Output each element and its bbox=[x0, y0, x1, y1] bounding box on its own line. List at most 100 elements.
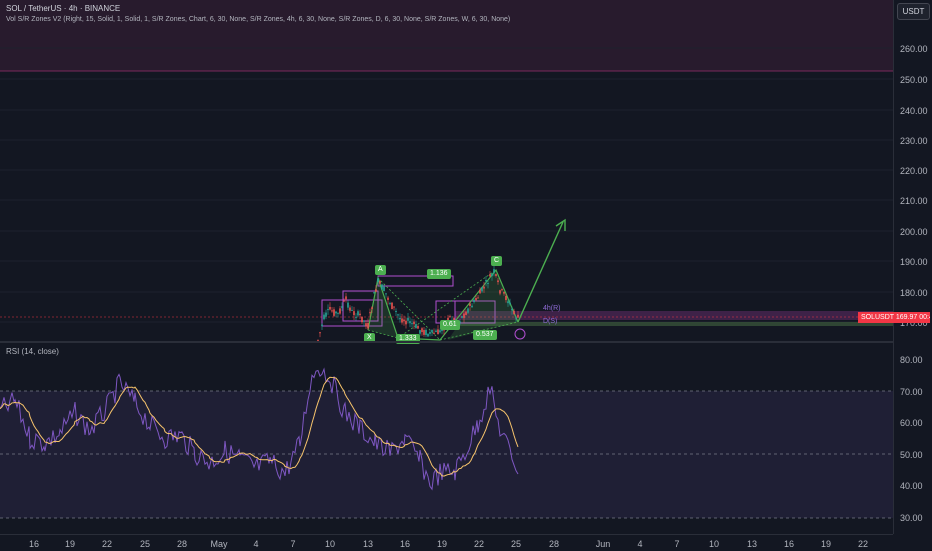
indicator-legend[interactable]: Vol S/R Zones V2 (Right, 15, Solid, 1, S… bbox=[6, 16, 510, 23]
candle-body bbox=[361, 316, 363, 323]
time-tick: 25 bbox=[139, 539, 151, 549]
price-tick: 180.00 bbox=[900, 288, 928, 298]
price-tick: 190.00 bbox=[900, 257, 928, 267]
candle-body bbox=[431, 329, 433, 333]
candle-body bbox=[475, 297, 477, 301]
candle-body bbox=[417, 326, 419, 329]
time-axis[interactable]: 16 19 22 25 28 May 4 7 10 13 16 19 22 25… bbox=[0, 534, 893, 551]
candle-body bbox=[487, 283, 489, 285]
candle-body bbox=[465, 311, 467, 315]
price-tick: 260.00 bbox=[900, 44, 928, 54]
candle-body bbox=[481, 287, 483, 292]
candle-body bbox=[437, 329, 439, 335]
time-tick: 16 bbox=[399, 539, 411, 549]
candle-body bbox=[329, 306, 331, 310]
time-tick: 22 bbox=[857, 539, 869, 549]
price-gridlines bbox=[0, 47, 893, 323]
candle-body bbox=[407, 317, 409, 321]
candle-body bbox=[499, 290, 501, 294]
time-tick: 4 bbox=[637, 539, 643, 549]
candle-body bbox=[375, 289, 377, 292]
candle-body bbox=[513, 310, 515, 314]
candle-body bbox=[491, 273, 493, 277]
candle-body bbox=[411, 323, 413, 325]
candle-body bbox=[367, 323, 369, 329]
candle-body bbox=[509, 302, 511, 305]
top-resistance-zone bbox=[0, 0, 893, 71]
candle-body bbox=[365, 323, 367, 327]
candle-body bbox=[483, 286, 485, 289]
candle-body bbox=[359, 313, 361, 316]
candle-body bbox=[355, 316, 357, 318]
candle-body bbox=[399, 317, 401, 320]
candle-body bbox=[463, 313, 465, 318]
candle-body bbox=[501, 289, 503, 291]
candle-body bbox=[325, 312, 327, 317]
price-axis[interactable]: 260.00 250.00 240.00 230.00 220.00 210.0… bbox=[893, 0, 932, 534]
candle-body bbox=[495, 274, 497, 276]
candle-body bbox=[421, 328, 423, 333]
pattern-point-a: A bbox=[375, 265, 386, 275]
candle-body bbox=[319, 332, 321, 334]
candle-body bbox=[347, 302, 349, 308]
candle-body bbox=[383, 286, 385, 291]
candle-body bbox=[405, 320, 407, 325]
candle-body bbox=[321, 324, 323, 327]
candle-body bbox=[335, 311, 337, 314]
candle-body bbox=[511, 308, 513, 311]
current-price-label: SOLUSDT 169.97 00:40 bbox=[858, 312, 930, 323]
candle-body bbox=[357, 311, 359, 316]
candle-body bbox=[497, 280, 499, 283]
symbol-title[interactable]: SOL / TetherUS · 4h · BINANCE bbox=[6, 4, 120, 13]
rsi-pane[interactable] bbox=[0, 343, 893, 534]
candle-body bbox=[351, 309, 353, 311]
pattern-point-c: C bbox=[491, 256, 503, 266]
candle-body bbox=[493, 269, 495, 273]
rsi-title[interactable]: RSI (14, close) bbox=[6, 347, 59, 356]
zone-4h-label: 4h(R) bbox=[543, 305, 561, 312]
currency-button[interactable]: USDT bbox=[897, 3, 930, 20]
candle-body bbox=[395, 311, 397, 313]
candle-body bbox=[393, 306, 395, 308]
candle-body bbox=[385, 293, 387, 295]
candle-body bbox=[415, 324, 417, 329]
candle-body bbox=[387, 297, 389, 300]
main-chart-pane[interactable] bbox=[0, 0, 893, 341]
ratio-bc-label: 0.537 bbox=[473, 330, 497, 340]
time-tick: 7 bbox=[674, 539, 680, 549]
candle-body bbox=[345, 296, 347, 300]
price-chart[interactable] bbox=[0, 0, 893, 341]
ratio-xa-label: 1.136 bbox=[427, 269, 451, 279]
price-tick: 240.00 bbox=[900, 106, 928, 116]
price-tick: 210.00 bbox=[900, 196, 928, 206]
candle-body bbox=[439, 330, 441, 333]
rsi-chart bbox=[0, 367, 893, 519]
time-tick: 16 bbox=[28, 539, 40, 549]
rsi-tick: 80.00 bbox=[900, 355, 923, 365]
candle-body bbox=[507, 301, 509, 304]
candle-body bbox=[461, 316, 463, 318]
candle-body bbox=[341, 306, 343, 308]
candle-body bbox=[379, 281, 381, 284]
candle-body bbox=[503, 291, 505, 294]
candle-body bbox=[473, 299, 475, 303]
time-tick: 19 bbox=[436, 539, 448, 549]
time-tick: 25 bbox=[510, 539, 522, 549]
time-tick: 22 bbox=[101, 539, 113, 549]
time-tick: 4 bbox=[253, 539, 259, 549]
candle-body bbox=[371, 307, 373, 309]
candle-body bbox=[409, 321, 411, 324]
price-tick: 230.00 bbox=[900, 136, 928, 146]
rsi-band bbox=[0, 391, 893, 518]
time-tick: 13 bbox=[746, 539, 758, 549]
candle-body bbox=[323, 314, 325, 320]
time-tick: 28 bbox=[176, 539, 188, 549]
candle-body bbox=[469, 303, 471, 307]
candle-body bbox=[353, 311, 355, 316]
candle-body bbox=[433, 332, 435, 334]
candle-body bbox=[427, 333, 429, 337]
candle-body bbox=[515, 317, 517, 319]
alert-marker bbox=[514, 328, 526, 340]
rsi-tick: 60.00 bbox=[900, 418, 923, 428]
candle-body bbox=[331, 310, 333, 312]
